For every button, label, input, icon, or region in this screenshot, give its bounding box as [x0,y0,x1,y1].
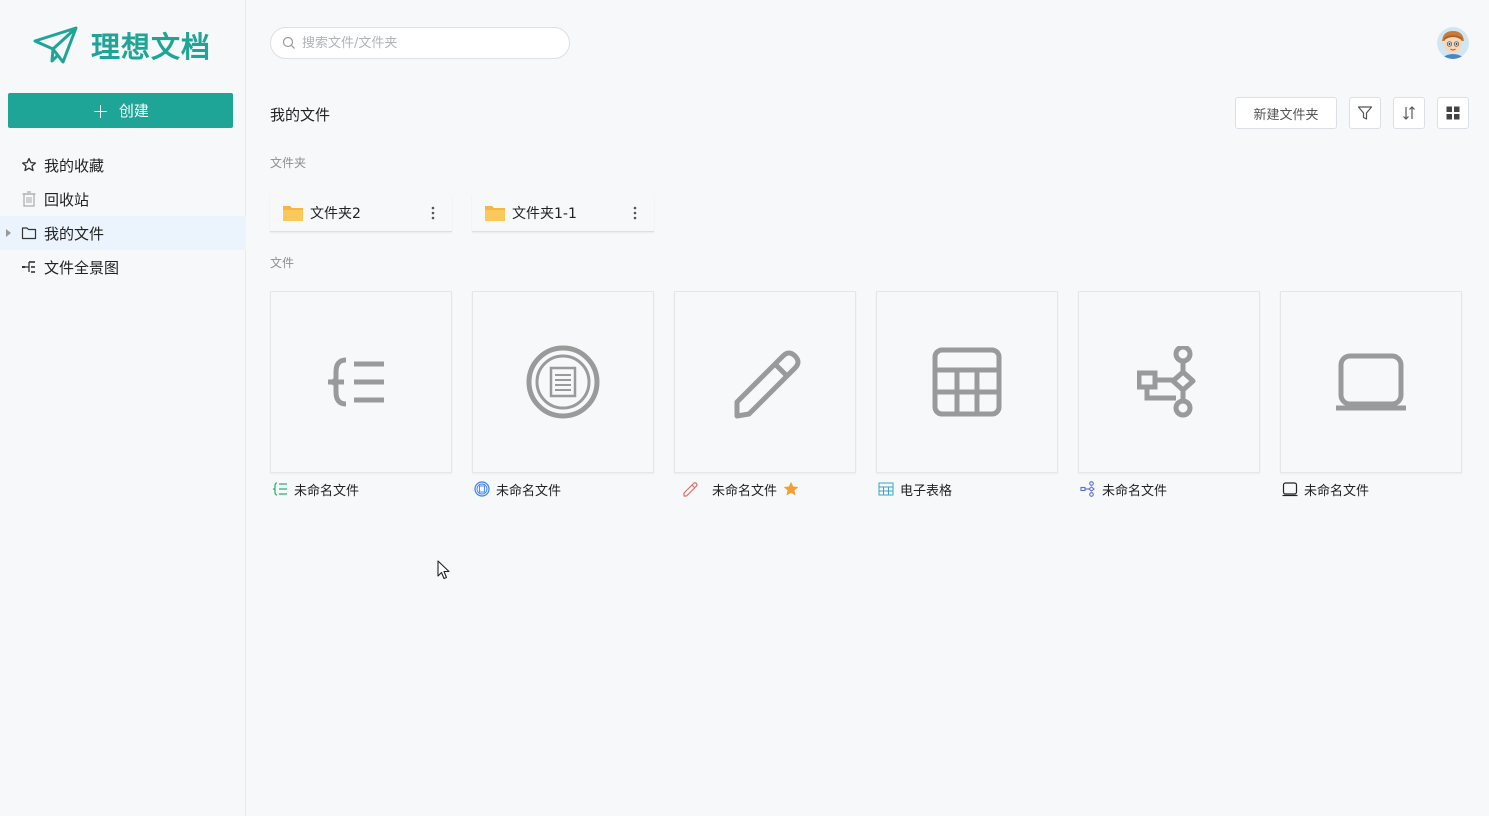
sidebar-item-label: 文件全景图 [44,258,120,277]
star-outline-icon [21,157,37,173]
file-label[interactable]: 未命名文件 [1080,480,1168,499]
file-label[interactable]: 未命名文件 [474,480,562,499]
file-name: 未命名文件 [294,483,360,499]
folder-card[interactable]: 文件夹1-1 [472,194,654,232]
more-vertical-icon[interactable] [628,204,642,222]
grid-view-icon [1446,106,1460,120]
file-card-mindmap[interactable] [270,291,452,473]
document-circle-icon [526,345,600,419]
table-icon [878,481,894,497]
app-name: 理想文档 [91,30,212,64]
plus-icon: + [92,98,109,123]
sort-icon [1403,106,1415,120]
folder-icon [485,205,505,221]
create-label: 创建 [118,102,149,120]
tree-map-icon [21,259,37,275]
sidebar-item-favorites[interactable]: 我的收藏 [0,148,246,182]
folders-section-label: 文件夹 [270,156,307,170]
view-toggle-button[interactable] [1437,97,1469,129]
new-folder-button[interactable]: 新建文件夹 [1235,97,1337,129]
sidebar-item-label: 我的文件 [44,224,105,243]
sidebar-item-my-files[interactable]: 我的文件 [0,216,246,250]
file-name: 未命名文件 [496,483,562,499]
file-label[interactable]: 未命名文件 [272,480,360,499]
file-name: 未命名文件 [712,483,778,499]
sort-button[interactable] [1393,97,1425,129]
search-icon [282,36,295,49]
star-filled-icon[interactable] [783,481,799,497]
search-box [270,27,570,59]
sidebar-item-file-overview[interactable]: 文件全景图 [0,250,246,284]
search-input[interactable] [302,35,552,51]
flowchart-icon [1080,481,1096,497]
page-title: 我的文件 [270,106,331,124]
file-card-slides[interactable] [1280,291,1462,473]
sidebar: 理想文档 + 创建 我的收藏 回收站 我的文件 文件全景图 [0,0,246,816]
screen-icon [1282,481,1298,497]
app-logo[interactable]: 理想文档 [33,24,211,66]
folder-card[interactable]: 文件夹2 [270,194,452,232]
file-name: 未命名文件 [1304,483,1370,499]
document-circle-icon [474,481,490,497]
file-name: 未命名文件 [1102,483,1168,499]
screen-icon [1336,353,1406,411]
folder-name: 文件夹2 [310,205,361,222]
sidebar-nav: 我的收藏 回收站 我的文件 文件全景图 [0,148,246,284]
table-icon [932,347,1002,417]
pencil-icon [734,350,801,419]
trash-icon [21,191,37,207]
create-button[interactable]: + 创建 [8,93,233,128]
file-label[interactable]: 未命名文件 [1282,480,1370,499]
sidebar-item-label: 我的收藏 [44,156,105,175]
file-card-spreadsheet[interactable] [876,291,1058,473]
more-vertical-icon[interactable] [426,204,440,222]
folder-outline-icon [21,225,37,241]
filter-icon [1357,106,1373,120]
sidebar-item-trash[interactable]: 回收站 [0,182,246,216]
file-name: 电子表格 [900,483,953,499]
avatar[interactable] [1437,27,1469,59]
mindmap-icon [328,357,384,407]
flowchart-icon [1137,346,1196,418]
mindmap-icon [272,481,288,497]
filter-button[interactable] [1349,97,1381,129]
sidebar-item-label: 回收站 [44,190,90,209]
file-card-whiteboard[interactable] [674,291,856,473]
file-card-document[interactable] [472,291,654,473]
file-label[interactable]: 未命名文件 [682,480,799,499]
file-label[interactable]: 电子表格 [878,480,953,499]
file-card-flowchart[interactable] [1078,291,1260,473]
expand-caret-icon[interactable] [6,229,11,237]
folder-name: 文件夹1-1 [512,205,577,222]
paper-plane-icon [33,26,78,64]
files-section-label: 文件 [270,256,295,270]
mouse-cursor-icon [437,560,450,580]
pencil-icon [682,481,698,497]
folder-icon [283,205,303,221]
